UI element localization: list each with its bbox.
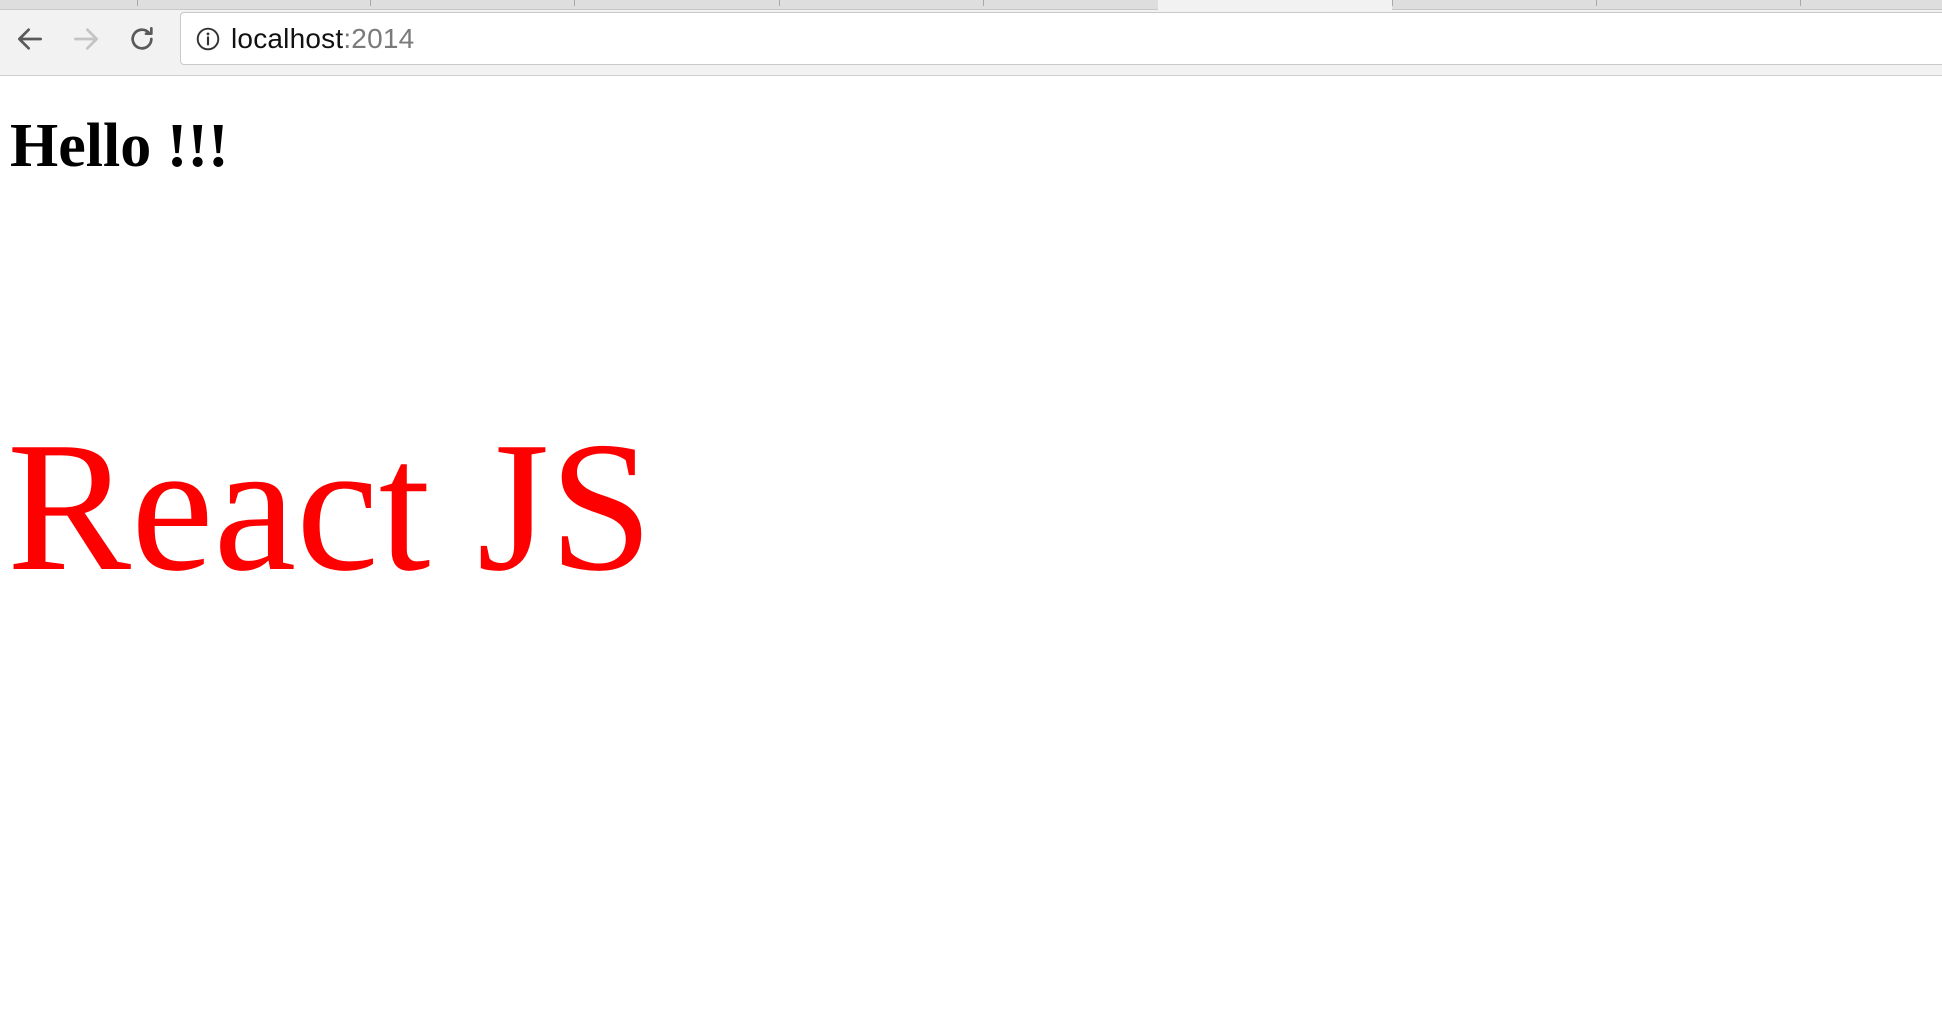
active-tab[interactable] xyxy=(1158,0,1392,10)
url-host: localhost xyxy=(231,22,344,54)
arrow-left-icon xyxy=(18,28,42,50)
address-bar[interactable]: localhost:2014 xyxy=(180,12,1942,65)
tab-separator xyxy=(983,0,984,6)
page-content: Hello !!! React JS xyxy=(0,77,1942,1010)
url-port: :2014 xyxy=(343,22,415,54)
tab-strip xyxy=(0,0,1942,10)
tab-separator xyxy=(1800,0,1801,6)
hello-heading: Hello !!! xyxy=(10,112,229,180)
back-button[interactable] xyxy=(10,19,50,59)
tab-separator xyxy=(1596,0,1597,6)
tab-separator xyxy=(779,0,780,6)
url-text[interactable]: localhost:2014 xyxy=(231,23,414,55)
info-circle-icon[interactable] xyxy=(194,25,222,53)
forward-button[interactable] xyxy=(66,19,106,59)
tab-separator xyxy=(1392,0,1393,6)
reload-icon xyxy=(131,27,153,50)
arrow-right-icon xyxy=(74,28,98,50)
browser-toolbar: localhost:2014 xyxy=(0,0,1942,76)
tab-separator xyxy=(574,0,575,6)
tab-separator xyxy=(137,0,138,6)
tab-separator xyxy=(370,0,371,6)
reload-button[interactable] xyxy=(122,19,162,59)
react-title: React JS xyxy=(7,404,653,610)
